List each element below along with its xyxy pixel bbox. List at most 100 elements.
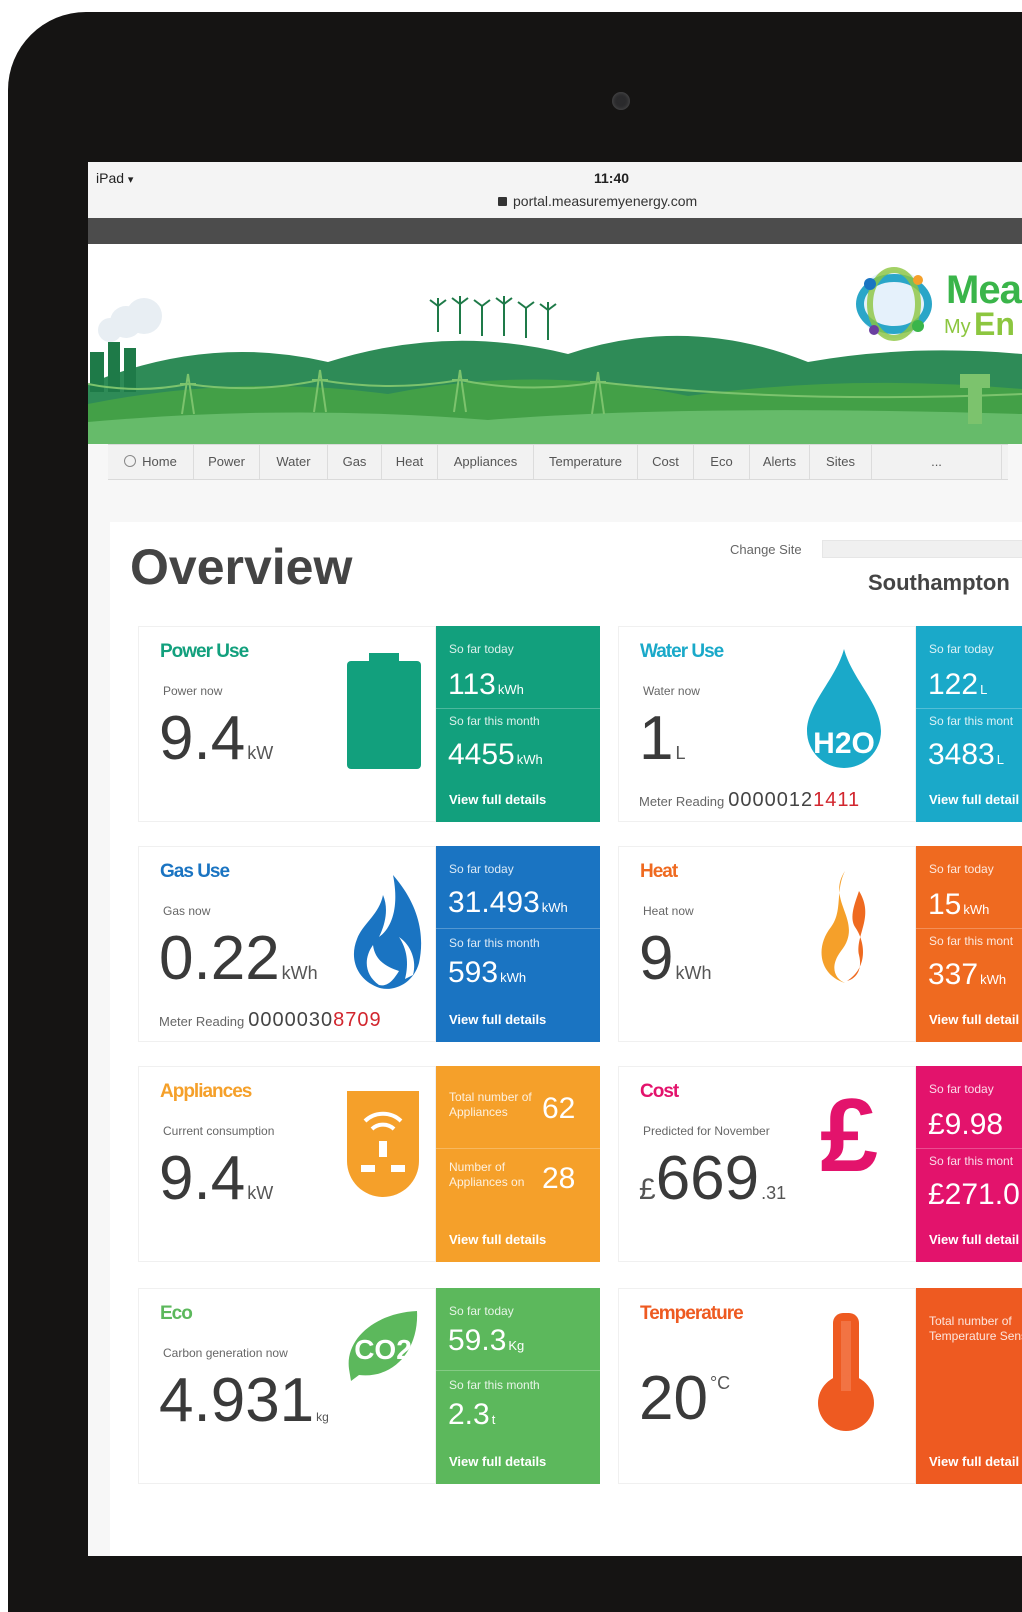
overview-panel: Overview Change Site Southampton Power U…	[110, 522, 1022, 1556]
nav-appliances[interactable]: Appliances	[438, 445, 534, 479]
stat-unit: L	[980, 682, 988, 697]
divider	[436, 1148, 600, 1149]
temperature-stats-panel: Total number of Temperature Sensors View…	[916, 1288, 1022, 1484]
stat-unit: kWh	[516, 752, 543, 767]
value-number: 0.22	[159, 924, 280, 993]
value-pence: .31	[761, 1183, 787, 1203]
stat-unit: Kg	[508, 1338, 525, 1353]
card-title: Water Use	[640, 641, 724, 662]
view-details-link[interactable]: View full details	[449, 792, 546, 807]
value-number: 9.4	[159, 704, 246, 773]
card-subtitle: Power now	[163, 684, 223, 698]
nav-power[interactable]: Power	[194, 445, 260, 479]
value-unit: °C	[709, 1373, 731, 1393]
site-select[interactable]	[822, 540, 1022, 558]
divider	[436, 1370, 600, 1371]
stat-unit: kWh	[500, 970, 527, 985]
stat-unit: L	[996, 752, 1004, 767]
stat-label: So far today	[929, 642, 994, 656]
gas-card: Gas Use Gas now 0.22 kWh Meter Reading 000…	[138, 846, 600, 1042]
stat-value: 2.3 t	[448, 1398, 495, 1432]
stat-label: So far this mont	[929, 1154, 1014, 1168]
battery-icon	[347, 653, 421, 774]
nav-eco[interactable]: Eco	[694, 445, 750, 479]
nav-cost[interactable]: Cost	[638, 445, 694, 479]
heat-card: Heat Heat now 9 kWh So far today 15 kWh So…	[618, 846, 1022, 1042]
card-subtitle: Predicted for November	[643, 1124, 770, 1138]
nav-water[interactable]: Water	[260, 445, 328, 479]
stat-label: So far this month	[449, 714, 540, 728]
view-details-link[interactable]: View full detail	[929, 1012, 1019, 1027]
temperature-value: 20 °C	[639, 1363, 730, 1434]
stat-number: 337	[928, 958, 979, 991]
water-card: Water Use Water now 1L H2O Meter Reading…	[618, 626, 1022, 822]
stat-label: So far today	[929, 1082, 994, 1096]
nav-home[interactable]: Home	[108, 445, 194, 479]
nav-alerts[interactable]: Alerts	[750, 445, 810, 479]
nav-heat[interactable]: Heat	[382, 445, 438, 479]
site-name: Southampton	[868, 570, 1010, 595]
view-details-link[interactable]: View full detail	[929, 1232, 1019, 1247]
appliances-card: Appliances Current consumption 9.4 kW Tot…	[138, 1066, 600, 1262]
stat-label: Total number of Appliances	[449, 1090, 532, 1119]
eco-value: 4.931 kg	[159, 1365, 329, 1436]
header-banner	[88, 244, 1022, 444]
meter-label: Meter Reading	[159, 1014, 245, 1029]
nav-sites[interactable]: Sites	[810, 445, 872, 479]
stat-value: 62	[542, 1092, 576, 1125]
view-details-link[interactable]: View full detail	[929, 1454, 1019, 1469]
value-unit: kWh	[675, 963, 712, 983]
camera-lens	[612, 92, 630, 110]
nav-temperature[interactable]: Temperature	[534, 445, 638, 479]
stat-label: So far this month	[449, 936, 540, 950]
card-title: Heat	[640, 861, 678, 882]
clock: 11:40	[594, 170, 630, 186]
power-summary: Power Use Power now 9.4 kW	[138, 626, 436, 822]
card-subtitle: Heat now	[643, 904, 694, 918]
temperature-summary: Temperature 20 °C	[618, 1288, 916, 1484]
view-details-link[interactable]: View full detail	[929, 792, 1019, 807]
value-unit: kW	[247, 1183, 274, 1203]
device-name: iPad ▾	[96, 170, 134, 186]
appliances-value: 9.4 kW	[159, 1143, 273, 1214]
stat-unit: kWh	[497, 682, 524, 697]
nav-gas[interactable]: Gas	[328, 445, 382, 479]
nav-label: Home	[142, 454, 177, 469]
stat-label: Number of Appliances on	[449, 1160, 525, 1189]
value-number: 1	[639, 704, 674, 773]
stat-number: 113	[448, 668, 496, 701]
address-bar[interactable]: portal.measuremyenergy.com	[498, 193, 697, 209]
cost-stats-panel: So far today £9.98 So far this mont £271…	[916, 1066, 1022, 1262]
gas-flame-icon	[349, 875, 425, 998]
page-title: Overview	[130, 539, 353, 595]
heat-value: 9 kWh	[639, 923, 711, 994]
meter-reading: Meter Reading 00000308709	[159, 1009, 382, 1032]
stat-value: 4455 kWh	[448, 738, 543, 772]
toolbar-strip	[88, 218, 1022, 244]
value-number: 4.931	[159, 1366, 315, 1435]
value-unit: L	[675, 743, 686, 763]
view-details-link[interactable]: View full details	[449, 1012, 546, 1027]
value-number: 9.4	[159, 1144, 246, 1213]
heat-stats-panel: So far today 15 kWh So far this mont 337 k…	[916, 846, 1022, 1042]
meter-digits-black: 0000012	[728, 789, 814, 811]
change-site-label: Change Site	[730, 542, 802, 557]
view-details-link[interactable]: View full details	[449, 1232, 546, 1247]
home-icon	[124, 455, 137, 467]
gas-summary: Gas Use Gas now 0.22 kWh Meter Reading 000…	[138, 846, 436, 1042]
stat-value: £271.0	[928, 1178, 1020, 1211]
view-details-link[interactable]: View full details	[449, 1454, 546, 1469]
stat-value: 15 kWh	[928, 888, 989, 922]
smart-plug-icon	[347, 1091, 419, 1204]
stat-value: 28	[542, 1162, 576, 1195]
appliances-summary: Appliances Current consumption 9.4 kW	[138, 1066, 436, 1262]
gas-stats-panel: So far today 31.493 kWh So far this month…	[436, 846, 600, 1042]
status-bar: iPad ▾ 11:40 portal.measuremyenergy.com	[88, 162, 1022, 219]
stat-label: So far this mont	[929, 934, 1014, 948]
currency-symbol: £	[639, 1173, 656, 1206]
meter-digits: 00000121411	[728, 789, 860, 811]
value-unit: kW	[247, 743, 274, 763]
nav-more[interactable]: ...	[872, 445, 1002, 479]
co2-leaf-icon: CO2	[345, 1309, 421, 1386]
divider	[916, 1148, 1022, 1149]
